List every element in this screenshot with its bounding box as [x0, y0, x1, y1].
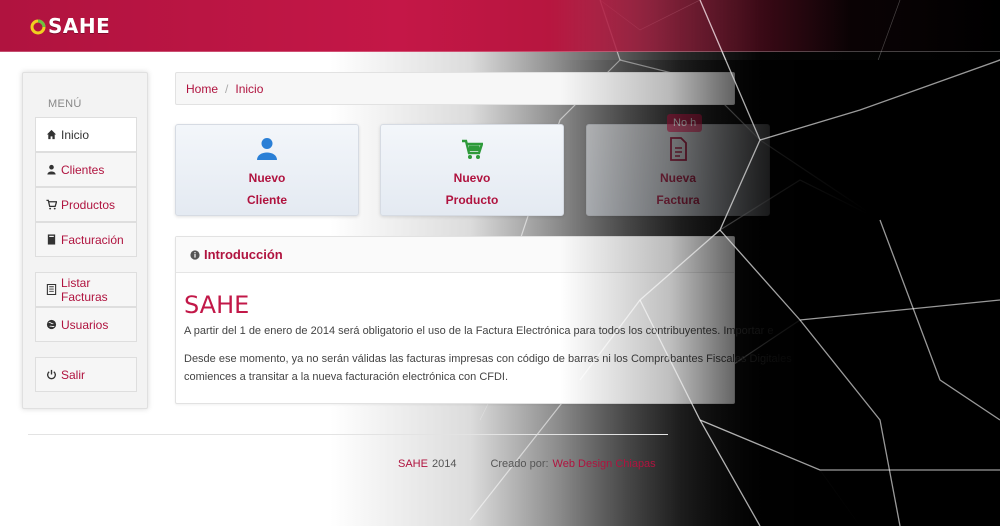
footer-created-by: Creado por:	[490, 458, 549, 470]
footer-author-link[interactable]: Web Design Chiapas	[553, 458, 656, 470]
footer-divider	[28, 434, 668, 435]
footer-brand: SAHE	[398, 458, 428, 470]
shattered-glass-highlights	[579, 0, 1000, 526]
footer-year: 2014	[431, 458, 457, 470]
footer: SAHE 2014 Creado por: Web Design Chiapas	[398, 458, 656, 470]
